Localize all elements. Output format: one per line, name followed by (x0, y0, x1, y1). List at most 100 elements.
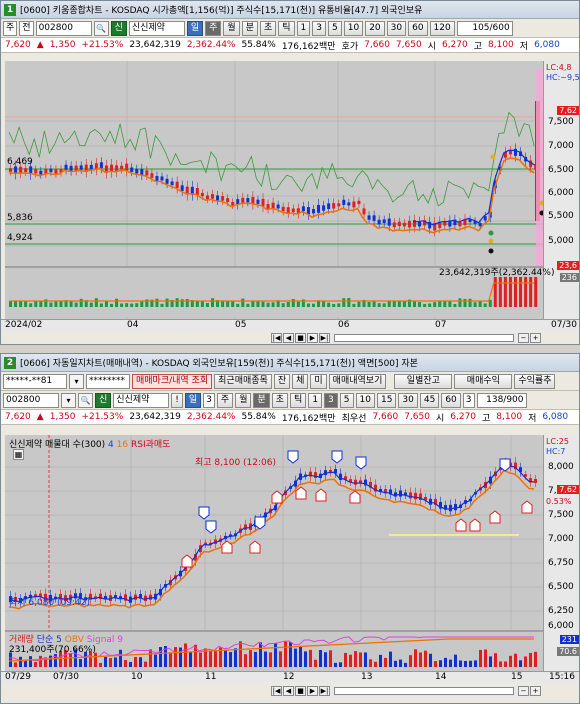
window-title-bar[interactable]: 2 [0606] 자동일지차트(매매내역) - KOSDAQ 외국인보유[159… (1, 354, 579, 372)
num-btn[interactable]: 10 (343, 20, 364, 36)
candle (483, 216, 487, 221)
volume-bar (389, 651, 392, 667)
candle (205, 195, 209, 200)
current-price-tag: 7,62 (557, 106, 579, 115)
mode-select[interactable]: 전 (19, 20, 34, 36)
num-btn[interactable]: 3 (312, 20, 326, 36)
num-btn[interactable]: 3 (324, 392, 338, 408)
volume-bar (279, 651, 282, 667)
candle-chart-1[interactable]: LC:4,8 HC:~9,5 7,500 7,000 6,500 6,000 5… (5, 61, 579, 319)
tab-tick[interactable]: 틱 (278, 20, 295, 36)
marker-dot (488, 238, 494, 244)
volume-bar (459, 660, 462, 667)
tab-day[interactable]: 일 (184, 392, 202, 408)
tab-tick[interactable]: 틱 (290, 392, 307, 408)
profit-rate-button[interactable]: 수익률추 (514, 373, 556, 389)
num-btn[interactable]: 60 (408, 20, 428, 36)
num-btn[interactable]: 45 (419, 392, 440, 408)
tab-week[interactable]: 주 (216, 392, 234, 408)
volume-bar (309, 649, 312, 667)
num-btn[interactable]: 5 (339, 392, 354, 408)
alert-button[interactable]: ! (171, 392, 183, 408)
y-tick: 5,000 (548, 236, 574, 246)
volume-bar (129, 662, 132, 667)
search-icon[interactable]: 🔍 (78, 392, 93, 408)
tab-week[interactable]: 주 (205, 20, 222, 36)
volume-bar (286, 301, 290, 307)
y-tick: 6,750 (548, 558, 574, 568)
daily-balance-button[interactable]: 일별잔고 (394, 373, 453, 389)
num-btn[interactable]: 1 (296, 20, 311, 36)
tab-minute[interactable]: 분 (253, 392, 270, 408)
tab-second[interactable]: 초 (259, 20, 277, 36)
recent-trade-button[interactable]: 최근매매종목 (214, 373, 272, 389)
num-btn[interactable]: 30 (386, 20, 407, 36)
open-label: 시 (427, 41, 436, 52)
volume-bar (327, 302, 331, 307)
volume-bar (54, 301, 58, 307)
price-level-label: 4,924 (7, 233, 33, 243)
grid-icon[interactable]: ▦ (13, 449, 24, 460)
x-tick: 07/29 (5, 672, 31, 682)
marker-dot (490, 154, 496, 160)
account-input[interactable]: *****-**81 (3, 373, 67, 389)
volume-bar (429, 653, 432, 667)
balance-button[interactable]: 잔 (273, 373, 291, 389)
volume-bar (200, 301, 204, 307)
candle (281, 206, 285, 212)
dropdown-icon[interactable]: ▾ (69, 373, 84, 389)
trade-history-button[interactable]: 매매내역보기 (328, 373, 387, 389)
unfilled-button[interactable]: 미 (310, 373, 327, 389)
code-input[interactable]: 002800 (3, 392, 59, 408)
password-input[interactable]: ******** (86, 373, 130, 389)
chart-canvas-1[interactable] (5, 61, 579, 319)
chart-window-2: 2 [0606] 자동일지차트(매매내역) - KOSDAQ 외국인보유[159… (0, 353, 580, 704)
chart-scrollbar-2[interactable]: |◀ ◀ ■ ▶ ▶| − + (271, 685, 541, 697)
volume-tag-2: 70.6 (557, 647, 579, 656)
type-select[interactable]: 주 (3, 20, 18, 36)
scroll-track[interactable] (334, 687, 514, 695)
num-btn[interactable]: 1 (308, 392, 323, 408)
y-tick: 7,500 (548, 117, 574, 127)
volume-bar (306, 303, 310, 307)
tab-month[interactable]: 월 (235, 392, 252, 408)
num-btn[interactable]: 60 (441, 392, 461, 408)
volume-bar (244, 654, 247, 667)
num-btn[interactable]: 20 (365, 20, 385, 36)
volume-bar (99, 662, 102, 667)
filled-button[interactable]: 체 (292, 373, 309, 389)
candle-chart-2[interactable]: 신신제약 매물대 수(300) 4 16 RSI과매도 ▦ 최고 8,100 (… (5, 435, 579, 671)
volume-bar (261, 301, 265, 307)
num-btn[interactable]: 15 (376, 392, 397, 408)
num-btn[interactable]: 30 (398, 392, 418, 408)
num-btn[interactable]: 5 (328, 20, 342, 36)
volume-bar (259, 642, 262, 667)
volume-pct: 2,362.44% (186, 40, 236, 50)
open-label: 시 (435, 413, 445, 424)
chart-scrollbar-1[interactable]: |◀ ◀ ■ ▶ ▶| − + (271, 332, 541, 344)
open-price: 6,270 (450, 412, 477, 422)
search-icon[interactable]: 🔍 (93, 20, 109, 36)
count-field[interactable]: 105/600 (456, 20, 513, 36)
count-field[interactable]: 138/900 (476, 392, 527, 408)
trade-profit-button[interactable]: 매매수익 (454, 373, 513, 389)
tab-second[interactable]: 초 (271, 392, 289, 408)
x-tick: 05 (235, 320, 247, 330)
interval-select[interactable]: 3 (462, 392, 475, 408)
volume-bar (397, 301, 401, 307)
window-title-bar[interactable]: 1 [0600] 키움종합차트 - KOSDAQ 시가총액[1,156(억)] … (1, 1, 579, 19)
trade-mark-button[interactable]: 매매마크/내역 조회 (132, 373, 213, 389)
low-price: 6,080 (542, 412, 569, 422)
tab-month[interactable]: 월 (223, 20, 240, 36)
num-btn[interactable]: 120 (429, 20, 455, 36)
code-input[interactable]: 002800 (35, 20, 92, 36)
scroll-track[interactable] (334, 334, 514, 342)
tab-minute[interactable]: 분 (241, 20, 258, 36)
volume-bar (484, 649, 487, 667)
day-count[interactable]: 3 (203, 392, 215, 408)
num-btn[interactable]: 10 (355, 392, 375, 408)
tab-day[interactable]: 일 (186, 20, 204, 36)
volume-bar (24, 301, 28, 307)
volume-bar (205, 302, 209, 307)
dropdown-icon[interactable]: ▾ (61, 392, 76, 408)
